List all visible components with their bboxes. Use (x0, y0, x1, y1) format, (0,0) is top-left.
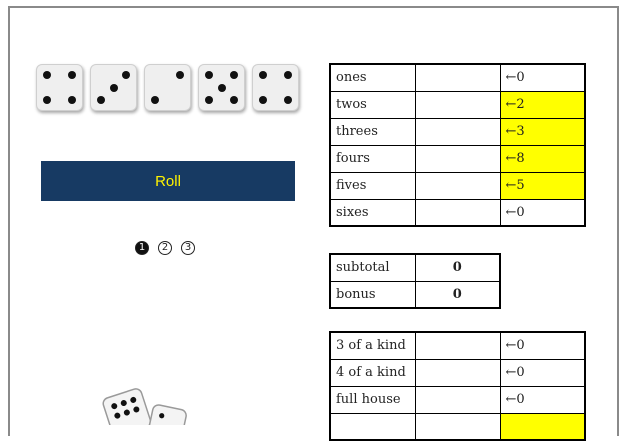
category-score (414, 412, 501, 441)
category-score (414, 117, 501, 146)
score-action-cell[interactable]: ←0 (499, 63, 586, 92)
category-label: 3 of a kind (329, 331, 416, 360)
total-value: 0 (414, 280, 501, 309)
score-action-cell[interactable]: ←0 (499, 358, 586, 387)
die-pip (258, 96, 267, 105)
total-row: bonus 0 (329, 280, 501, 309)
category-score (414, 171, 501, 200)
score-row: 3 of a kind ←0 (329, 331, 586, 360)
die-pip (68, 96, 77, 105)
category-score (414, 144, 501, 173)
roll-indicator-1: 1 (135, 241, 149, 255)
score-action-cell[interactable]: ←0 (499, 385, 586, 414)
category-label: full house (329, 385, 416, 414)
score-action-cell[interactable]: ←0 (499, 331, 586, 360)
category-label: fours (329, 144, 416, 173)
score-action-cell[interactable]: ←5 (499, 171, 586, 200)
score-row: full house ←0 (329, 385, 586, 414)
die-4[interactable] (198, 64, 245, 111)
total-value: 0 (414, 253, 501, 282)
die-pip (204, 96, 213, 105)
roll-button[interactable]: Roll (41, 161, 295, 201)
die-3[interactable] (144, 64, 191, 111)
category-label (329, 412, 416, 441)
category-label: twos (329, 90, 416, 119)
score-action-cell[interactable]: ←2 (499, 90, 586, 119)
die-5[interactable] (252, 64, 299, 111)
die-2[interactable] (90, 64, 137, 111)
category-score (414, 385, 501, 414)
roll-indicator-3: 3 (181, 241, 195, 255)
category-label: threes (329, 117, 416, 146)
score-action-cell[interactable]: ←0 (499, 198, 586, 227)
category-score (414, 63, 501, 92)
die-1[interactable] (36, 64, 83, 111)
die-pip (68, 70, 77, 79)
total-row: subtotal 0 (329, 253, 501, 282)
die-pip (230, 70, 239, 79)
upper-section-table: ones ←0 twos ←2 threes ←3 fours ←8 fives… (329, 63, 586, 227)
category-score (414, 198, 501, 227)
die-pip (42, 70, 51, 79)
score-row: fours ←8 (329, 144, 586, 173)
category-label: sixes (329, 198, 416, 227)
score-row: twos ←2 (329, 90, 586, 119)
score-action-cell[interactable] (499, 412, 586, 441)
die-pip (204, 70, 213, 79)
score-row: threes ←3 (329, 117, 586, 146)
category-score (414, 358, 501, 387)
category-score (414, 90, 501, 119)
die-pip (109, 83, 118, 92)
category-label: fives (329, 171, 416, 200)
totals-table: subtotal 0 bonus 0 (329, 253, 501, 309)
score-row: 4 of a kind ←0 (329, 358, 586, 387)
die-pip (284, 96, 293, 105)
total-label: subtotal (329, 253, 416, 282)
category-label: ones (329, 63, 416, 92)
lower-section-table: 3 of a kind ←0 4 of a kind ←0 full house… (329, 331, 586, 441)
die-pip (96, 96, 105, 105)
die-pip (230, 96, 239, 105)
category-score (414, 331, 501, 360)
dice-photo (102, 388, 187, 425)
die-pip (42, 96, 51, 105)
die-pip (284, 70, 293, 79)
score-row: sixes ←0 (329, 198, 586, 227)
roll-counter: 1 2 3 (135, 241, 195, 255)
score-row: fives ←5 (329, 171, 586, 200)
die-pip (217, 83, 226, 92)
category-label: 4 of a kind (329, 358, 416, 387)
die-pip (258, 70, 267, 79)
total-label: bonus (329, 280, 416, 309)
die-pip (150, 96, 159, 105)
score-row: ones ←0 (329, 63, 586, 92)
die-pip (176, 70, 185, 79)
score-action-cell[interactable]: ←3 (499, 117, 586, 146)
score-row (329, 412, 586, 441)
roll-indicator-2: 2 (158, 241, 172, 255)
score-action-cell[interactable]: ←8 (499, 144, 586, 173)
die-pip (122, 70, 131, 79)
